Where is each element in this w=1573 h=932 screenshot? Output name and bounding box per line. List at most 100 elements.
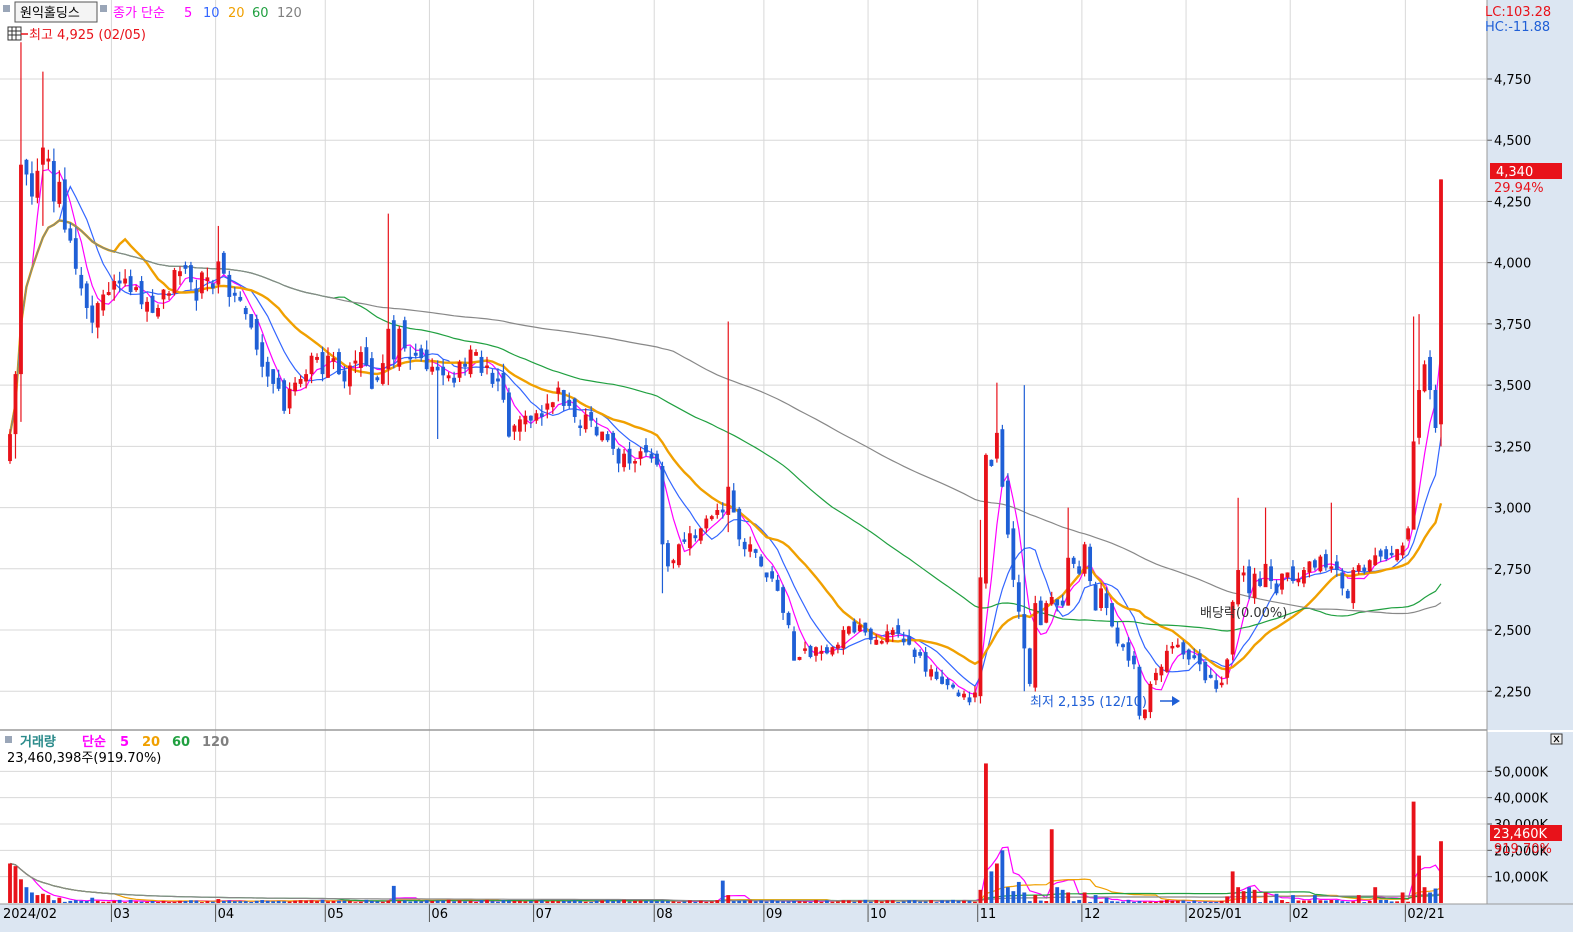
volume-bar[interactable] [885, 900, 890, 903]
volume-bar[interactable] [474, 901, 478, 903]
volume-bar[interactable] [1143, 901, 1147, 903]
volume-bar[interactable] [90, 897, 95, 903]
volume-bar[interactable] [633, 900, 637, 903]
volume-bar[interactable] [1395, 901, 1400, 903]
candle[interactable] [1027, 647, 1032, 687]
volume-bar[interactable] [435, 900, 440, 903]
candle[interactable] [1044, 600, 1049, 624]
volume-bar[interactable] [600, 900, 605, 903]
volume-bar[interactable] [1049, 829, 1054, 903]
volume-bar[interactable] [298, 900, 303, 903]
volume-bar[interactable] [353, 902, 358, 903]
volume-bar[interactable] [24, 887, 29, 903]
volume-bar[interactable] [715, 900, 720, 903]
volume-bar[interactable] [1104, 897, 1109, 903]
volume-bar[interactable] [1027, 901, 1032, 903]
volume-bar[interactable] [128, 899, 133, 903]
volume-bar[interactable] [1247, 887, 1252, 903]
volume-bar[interactable] [123, 902, 128, 903]
volume-bar[interactable] [260, 900, 265, 903]
volume-bar[interactable] [282, 901, 287, 903]
volume-bar[interactable] [1148, 901, 1153, 903]
volume-bar[interactable] [1071, 901, 1076, 903]
volume-bar[interactable] [792, 900, 796, 903]
volume-bar[interactable] [1373, 887, 1378, 903]
volume-bar[interactable] [254, 900, 259, 903]
volume-bar[interactable] [380, 901, 385, 903]
volume-bar[interactable] [30, 892, 34, 903]
candle[interactable] [397, 325, 402, 371]
volume-bar[interactable] [1159, 900, 1164, 903]
volume-bar[interactable] [95, 900, 100, 903]
volume-bar[interactable] [934, 902, 939, 903]
volume-bar[interactable] [962, 900, 966, 903]
volume-bar[interactable] [775, 900, 780, 903]
volume-bar[interactable] [1060, 889, 1065, 903]
volume-bar[interactable] [1241, 891, 1246, 903]
candle[interactable] [676, 543, 681, 568]
volume-bar[interactable] [1302, 900, 1306, 903]
volume-bar[interactable] [172, 901, 177, 903]
volume-bar[interactable] [479, 900, 484, 903]
volume-bar[interactable] [364, 899, 369, 903]
volume-bar[interactable] [1088, 901, 1093, 903]
volume-bar[interactable] [496, 901, 500, 903]
volume-bar[interactable] [265, 900, 270, 903]
volume-bar[interactable] [1121, 901, 1125, 903]
volume-bar[interactable] [1428, 892, 1432, 903]
volume-bar[interactable] [1055, 887, 1060, 903]
volume-bar[interactable] [1044, 901, 1049, 903]
volume-bar[interactable] [194, 900, 199, 903]
volume-bar[interactable] [1367, 900, 1372, 903]
volume-bar[interactable] [748, 900, 753, 903]
volume-bar[interactable] [40, 893, 45, 903]
volume-bar[interactable] [112, 900, 117, 903]
volume-bar[interactable] [737, 900, 742, 903]
volume-bar[interactable] [463, 901, 467, 904]
volume-bar[interactable] [534, 900, 539, 903]
volume-bar[interactable] [720, 880, 725, 903]
volume-bar[interactable] [907, 900, 912, 903]
candle[interactable] [1439, 179, 1443, 447]
volume-bar[interactable] [583, 901, 588, 903]
volume-bar[interactable] [759, 900, 764, 903]
volume-bar[interactable] [1181, 900, 1186, 903]
candle[interactable] [507, 387, 511, 438]
volume-bar[interactable] [145, 901, 149, 903]
candle[interactable] [1367, 559, 1372, 573]
volume-bar[interactable] [1340, 901, 1345, 903]
volume-bar[interactable] [183, 901, 188, 903]
volume-bar[interactable] [1164, 899, 1169, 903]
volume-bar[interactable] [611, 901, 616, 903]
volume-bar[interactable] [841, 900, 846, 903]
volume-bar[interactable] [589, 901, 594, 903]
volume-bar[interactable] [73, 900, 78, 903]
candle[interactable] [1395, 548, 1400, 562]
volume-bar[interactable] [375, 901, 380, 903]
volume-bar[interactable] [1269, 900, 1273, 903]
volume-bar[interactable] [616, 900, 621, 903]
volume-bar[interactable] [413, 900, 418, 903]
volume-bar[interactable] [1406, 901, 1411, 903]
volume-bar[interactable] [879, 901, 884, 903]
volume-bar[interactable] [106, 901, 111, 903]
volume-bar[interactable] [528, 901, 533, 903]
candle[interactable] [1203, 661, 1208, 684]
volume-bar[interactable] [825, 900, 829, 903]
volume-bar[interactable] [348, 900, 352, 903]
volume-bar[interactable] [594, 900, 599, 903]
volume-bar[interactable] [912, 900, 917, 903]
volume-bar[interactable] [507, 900, 511, 903]
volume-bar[interactable] [210, 901, 215, 903]
volume-bar[interactable] [731, 901, 736, 903]
volume-bar[interactable] [539, 900, 544, 903]
volume-bar[interactable] [945, 900, 950, 903]
volume-bar[interactable] [1378, 899, 1383, 903]
volume-bar[interactable] [249, 901, 254, 903]
volume-bar[interactable] [1214, 901, 1219, 903]
volume-bar[interactable] [1033, 895, 1038, 903]
volume-bar[interactable] [868, 901, 873, 903]
volume-bar[interactable] [622, 899, 626, 903]
volume-bar[interactable] [79, 900, 84, 903]
candle[interactable] [797, 656, 802, 661]
